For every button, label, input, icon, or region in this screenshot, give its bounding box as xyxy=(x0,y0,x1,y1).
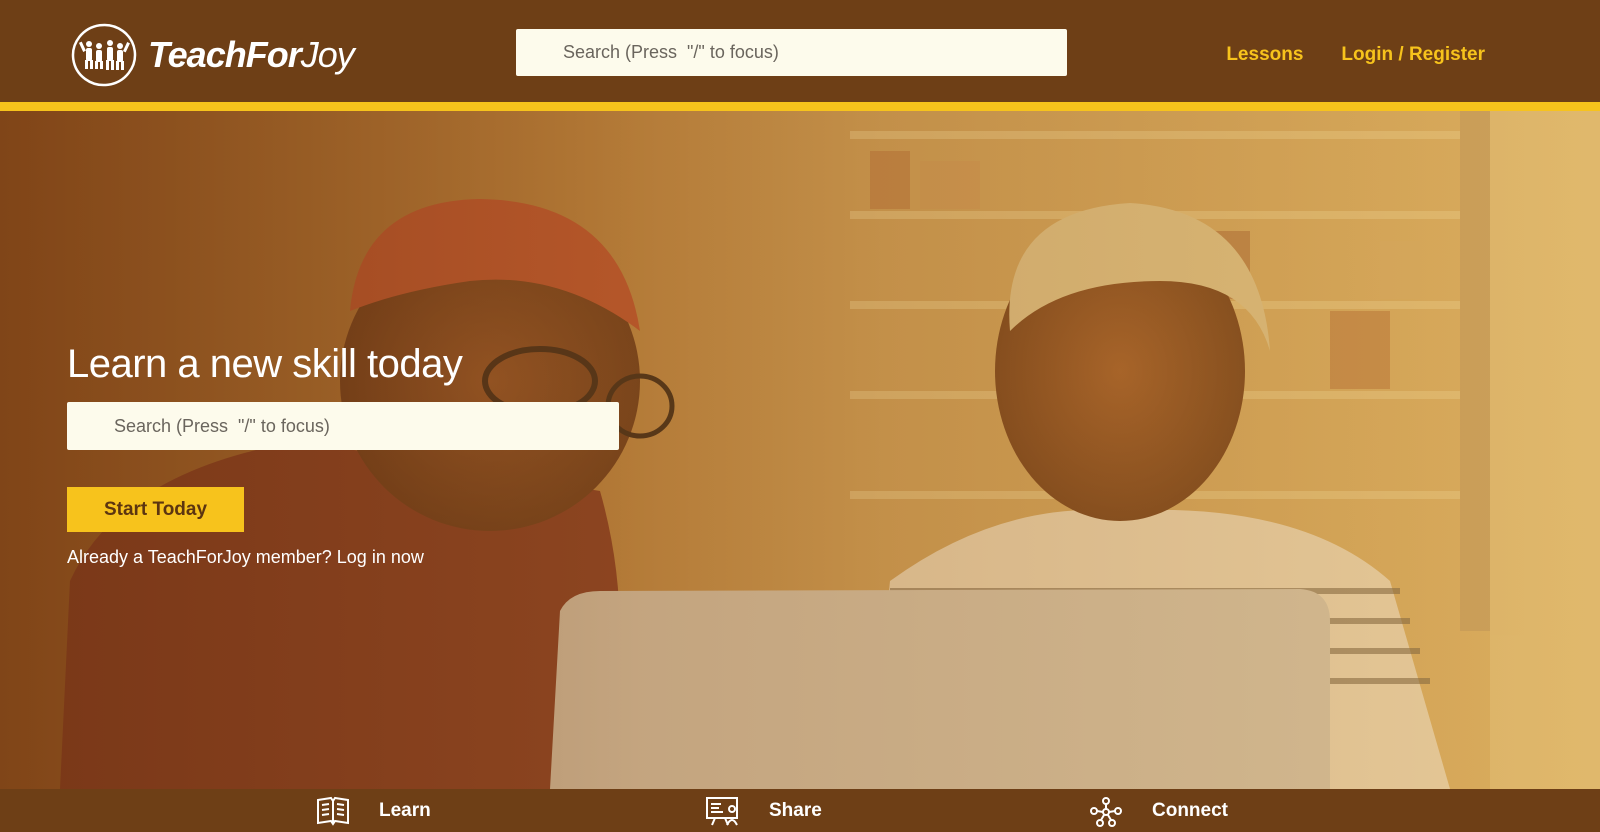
brand-name-light: Joy xyxy=(300,34,355,75)
feature-learn-label: Learn xyxy=(379,800,431,821)
header-accent-stripe xyxy=(0,102,1600,111)
member-login-link[interactable]: Already a TeachForJoy member? Log in now xyxy=(67,547,424,567)
brand-name: TeachForJoy xyxy=(148,34,355,76)
feature-learn[interactable]: Learn xyxy=(315,795,431,827)
hero-section: Learn a new skill today Start Today Alre… xyxy=(0,111,1600,789)
feature-connect[interactable]: Connect xyxy=(1088,795,1228,827)
header-nav: Lessons Login / Register xyxy=(1226,44,1485,66)
brand-name-bold: TeachFor xyxy=(148,34,302,75)
hero-search-input[interactable] xyxy=(67,402,619,450)
feature-share[interactable]: Share xyxy=(705,795,822,827)
features-strip: Learn Share Connect xyxy=(0,789,1600,832)
brand-logo[interactable]: TeachForJoy xyxy=(70,22,355,88)
site-header: TeachForJoy Lessons Login / Register xyxy=(0,0,1600,102)
people-jumping-icon xyxy=(71,23,137,87)
start-today-button[interactable]: Start Today xyxy=(67,487,244,532)
feature-share-label: Share xyxy=(769,800,822,821)
hero-title: Learn a new skill today xyxy=(67,342,463,386)
feature-connect-label: Connect xyxy=(1152,800,1228,821)
open-book-icon xyxy=(317,796,349,826)
presentation-board-icon xyxy=(706,797,738,826)
header-search-input[interactable] xyxy=(516,29,1067,76)
hero-color-overlay xyxy=(0,111,1600,789)
member-login-prompt: Already a TeachForJoy member? Log in now xyxy=(67,547,424,568)
nav-link-lessons[interactable]: Lessons xyxy=(1226,44,1303,66)
network-people-icon xyxy=(1090,797,1122,827)
nav-link-login-register[interactable]: Login / Register xyxy=(1341,44,1485,66)
